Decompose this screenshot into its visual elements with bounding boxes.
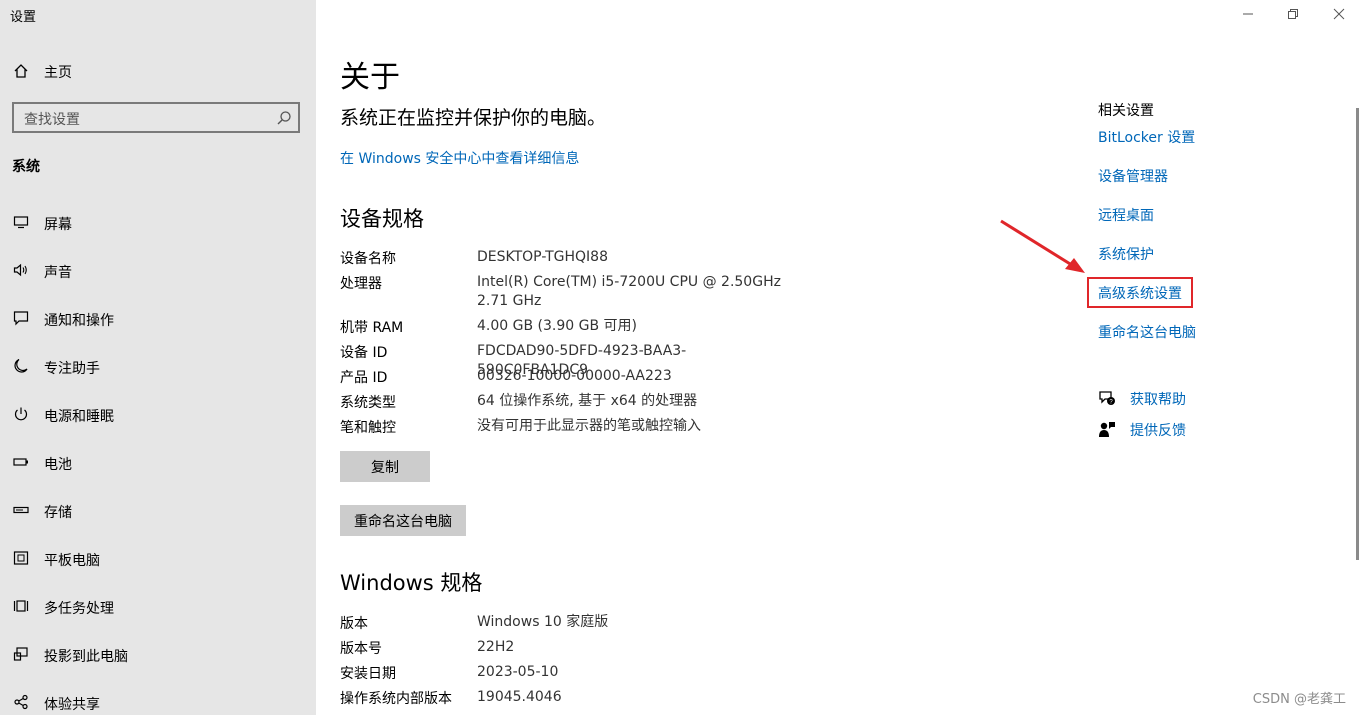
device-manager-link[interactable]: 设备管理器 bbox=[1098, 166, 1168, 186]
sidebar-item-label: 电源和睡眠 bbox=[44, 409, 114, 425]
copy-button[interactable]: 复制 bbox=[340, 451, 430, 482]
spec-key: 设备名称 bbox=[340, 251, 396, 267]
sidebar-item-focus[interactable]: 专注助手 bbox=[0, 348, 316, 384]
sidebar-item-label: 多任务处理 bbox=[44, 601, 114, 617]
spec-value: 2023-05-10 bbox=[477, 664, 559, 680]
sidebar-item-share[interactable]: 体验共享 bbox=[0, 684, 316, 715]
sidebar-item-sound[interactable]: 声音 bbox=[0, 252, 316, 288]
moon-icon bbox=[12, 357, 30, 375]
multitask-icon bbox=[12, 597, 30, 615]
spec-value: 4.00 GB (3.90 GB 可用) bbox=[477, 318, 637, 334]
power-icon bbox=[12, 405, 30, 423]
minimize-button[interactable] bbox=[1238, 4, 1258, 24]
sidebar-item-battery[interactable]: 电池 bbox=[0, 444, 316, 480]
spec-key: 版本 bbox=[340, 616, 368, 632]
share-icon bbox=[12, 693, 30, 711]
sidebar-item-label: 通知和操作 bbox=[44, 313, 114, 329]
spec-value: 19045.4046 bbox=[477, 689, 562, 705]
sidebar-item-display[interactable]: 屏幕 bbox=[0, 204, 316, 240]
bitlocker-settings-link[interactable]: BitLocker 设置 bbox=[1098, 127, 1195, 147]
battery-icon bbox=[12, 453, 30, 471]
spec-value: 22H2 bbox=[477, 639, 515, 655]
sidebar-item-tablet[interactable]: 平板电脑 bbox=[0, 540, 316, 576]
app-title: 设置 bbox=[10, 10, 37, 25]
sidebar-item-notifications[interactable]: 通知和操作 bbox=[0, 300, 316, 336]
sidebar-item-project[interactable]: 投影到此电脑 bbox=[0, 636, 316, 672]
tablet-icon bbox=[12, 549, 30, 567]
spec-key: 安装日期 bbox=[340, 666, 396, 682]
feedback-icon bbox=[1098, 420, 1116, 438]
spec-key: 系统类型 bbox=[340, 395, 396, 411]
get-help-link[interactable]: 获取帮助 bbox=[1130, 389, 1186, 409]
close-button[interactable] bbox=[1329, 4, 1349, 24]
protection-status-text: 系统正在监控并保护你的电脑。 bbox=[340, 107, 607, 129]
sidebar-item-label: 投影到此电脑 bbox=[44, 649, 128, 665]
nav-home[interactable]: 主页 bbox=[0, 56, 316, 86]
annotation-arrow bbox=[1000, 219, 1085, 273]
page-title: 关于 bbox=[340, 60, 400, 95]
system-protection-link[interactable]: 系统保护 bbox=[1098, 244, 1154, 264]
sidebar-item-label: 存储 bbox=[44, 505, 72, 521]
storage-icon bbox=[12, 501, 30, 519]
highlight-box bbox=[1087, 277, 1193, 308]
help-icon: ? bbox=[1098, 389, 1116, 407]
home-icon bbox=[12, 62, 30, 80]
sidebar: 设置 主页 查找设置 系统 屏幕 声音 通知和操作 专注助手 电源和睡眠 电池 … bbox=[0, 0, 316, 715]
message-icon bbox=[12, 309, 30, 327]
spec-value: 没有可用于此显示器的笔或触控输入 bbox=[477, 418, 701, 434]
spec-value: 00326-10000-00000-AA223 bbox=[477, 368, 672, 384]
spec-key: 操作系统内部版本 bbox=[340, 691, 452, 707]
windows-specs-heading: Windows 规格 bbox=[340, 571, 483, 595]
restore-button[interactable] bbox=[1283, 4, 1303, 24]
spec-key: 机带 RAM bbox=[340, 320, 404, 336]
remote-desktop-link[interactable]: 远程桌面 bbox=[1098, 205, 1154, 225]
related-settings-title: 相关设置 bbox=[1098, 103, 1154, 119]
spec-value: Intel(R) Core(TM) i5-7200U CPU @ 2.50GHz… bbox=[477, 274, 781, 309]
restore-icon bbox=[1287, 5, 1299, 24]
search-box[interactable]: 查找设置 bbox=[12, 102, 300, 133]
security-center-link[interactable]: 在 Windows 安全中心中查看详细信息 bbox=[340, 148, 579, 168]
speaker-icon bbox=[12, 261, 30, 279]
sidebar-item-label: 体验共享 bbox=[44, 697, 100, 713]
minimize-icon bbox=[1242, 5, 1254, 24]
spec-value: Windows 10 家庭版 bbox=[477, 614, 609, 630]
spec-value: DESKTOP-TGHQI88 bbox=[477, 249, 608, 265]
section-title: 系统 bbox=[12, 159, 40, 175]
sidebar-item-label: 声音 bbox=[44, 265, 72, 281]
sidebar-item-power[interactable]: 电源和睡眠 bbox=[0, 396, 316, 432]
spec-value: 64 位操作系统, 基于 x64 的处理器 bbox=[477, 393, 698, 409]
sidebar-item-storage[interactable]: 存储 bbox=[0, 492, 316, 528]
spec-key: 产品 ID bbox=[340, 370, 388, 386]
search-input[interactable]: 查找设置 bbox=[24, 109, 80, 129]
sidebar-item-label: 平板电脑 bbox=[44, 553, 100, 569]
spec-key: 笔和触控 bbox=[340, 420, 396, 436]
scrollbar[interactable] bbox=[1356, 108, 1359, 560]
watermark: CSDN @老龚工 bbox=[1252, 692, 1346, 707]
sidebar-item-label: 专注助手 bbox=[44, 361, 100, 377]
monitor-icon bbox=[12, 213, 30, 231]
sidebar-item-multitask[interactable]: 多任务处理 bbox=[0, 588, 316, 624]
project-icon bbox=[12, 645, 30, 663]
rename-pc-link[interactable]: 重命名这台电脑 bbox=[1098, 322, 1196, 342]
spec-key: 设备 ID bbox=[340, 345, 388, 361]
device-specs-heading: 设备规格 bbox=[340, 207, 424, 231]
spec-key: 版本号 bbox=[340, 641, 382, 657]
sidebar-item-label: 屏幕 bbox=[44, 217, 72, 233]
nav-home-label: 主页 bbox=[44, 65, 72, 81]
rename-pc-button[interactable]: 重命名这台电脑 bbox=[340, 505, 466, 536]
search-icon[interactable] bbox=[276, 110, 292, 126]
close-icon bbox=[1333, 5, 1345, 24]
feedback-link[interactable]: 提供反馈 bbox=[1130, 420, 1186, 440]
spec-key: 处理器 bbox=[340, 276, 382, 292]
sidebar-item-label: 电池 bbox=[44, 457, 72, 473]
